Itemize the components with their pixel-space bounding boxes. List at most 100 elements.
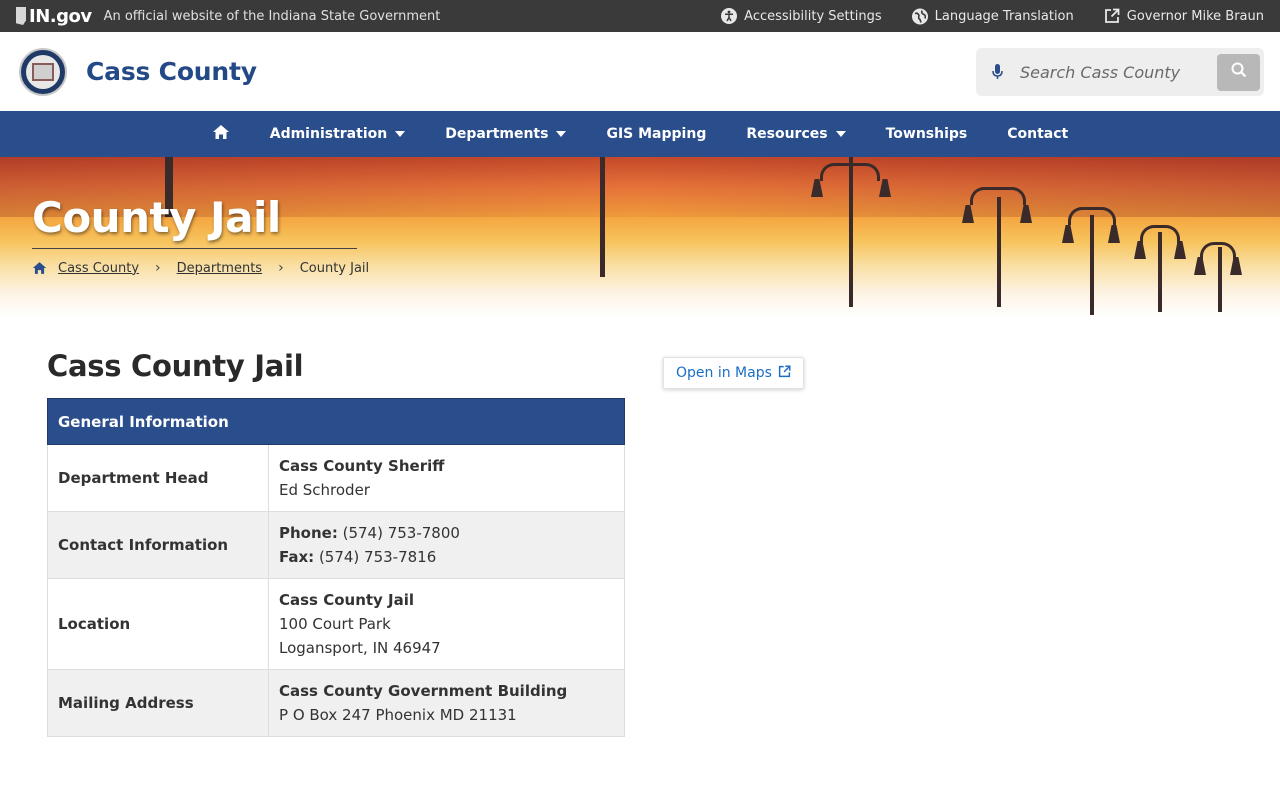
row-label: Location xyxy=(47,578,269,670)
table-row-contact-information: Contact Information Phone: (574) 753-780… xyxy=(47,511,625,579)
lamp-decoration xyxy=(1174,241,1186,259)
nav-departments[interactable]: Departments xyxy=(425,111,586,157)
table-row-department-head: Department Head Cass County Sheriff Ed S… xyxy=(47,444,625,512)
globe-icon xyxy=(911,8,928,24)
value-line: Cass County Government Building xyxy=(279,679,614,703)
hero-banner: County Jail Cass County › Departments › … xyxy=(0,157,1280,317)
seal-inner xyxy=(26,54,60,89)
nav-resources[interactable]: Resources xyxy=(726,111,865,157)
value-bold: Cass County Sheriff xyxy=(279,457,445,475)
search-bar xyxy=(976,48,1264,96)
breadcrumb-departments[interactable]: Departments xyxy=(177,261,262,276)
page-title: Cass County Jail xyxy=(47,349,304,383)
value-line: Logansport, IN 46947 xyxy=(279,636,614,660)
row-value: Phone: (574) 753-7800 Fax: (574) 753-781… xyxy=(268,511,625,579)
table-row-location: Location Cass County Jail 100 Court Park… xyxy=(47,578,625,670)
hero-divider xyxy=(32,248,357,249)
value-line: P O Box 247 Phoenix MD 21131 xyxy=(279,703,614,727)
value-line: 100 Court Park xyxy=(279,612,614,636)
caret-down-icon xyxy=(835,131,846,137)
nav-resources-label: Resources xyxy=(746,126,828,142)
state-banner: IN.gov An official website of the Indian… xyxy=(0,0,1280,32)
nav-gis-mapping[interactable]: GIS Mapping xyxy=(586,111,726,157)
nav-townships-label: Townships xyxy=(885,126,968,142)
nav-townships[interactable]: Townships xyxy=(866,111,988,157)
lamp-arm-decoration xyxy=(1140,225,1180,243)
county-seal-logo[interactable] xyxy=(19,47,67,96)
ingov-logo-text: IN.gov xyxy=(29,5,92,27)
site-header: Cass County xyxy=(0,32,1280,111)
nav-home[interactable] xyxy=(192,111,250,157)
nav-gis-mapping-label: GIS Mapping xyxy=(606,126,707,142)
search-button[interactable] xyxy=(1217,53,1260,91)
row-label: Department Head xyxy=(47,444,269,512)
caret-down-icon xyxy=(395,131,406,137)
chevron-right-icon: › xyxy=(155,260,161,276)
search-icon xyxy=(1231,62,1247,82)
governor-link[interactable]: Governor Mike Braun xyxy=(1104,8,1264,24)
ingov-logo[interactable]: IN.gov xyxy=(16,6,92,27)
governor-label: Governor Mike Braun xyxy=(1126,8,1264,24)
lamp-post-decoration xyxy=(997,197,1001,307)
home-icon xyxy=(212,124,230,144)
breadcrumb: Cass County › Departments › County Jail xyxy=(32,260,369,276)
nav-contact-label: Contact xyxy=(1007,126,1069,142)
value-bold: Cass County Jail xyxy=(279,591,415,609)
row-label: Contact Information xyxy=(47,511,269,579)
indiana-state-icon xyxy=(16,7,26,25)
nav-administration-label: Administration xyxy=(269,126,388,142)
value-bold: Fax: xyxy=(279,548,315,566)
caret-down-icon xyxy=(556,131,567,137)
row-value: Cass County Sheriff Ed Schroder xyxy=(268,444,625,512)
hero-title: County Jail xyxy=(32,193,281,242)
value-text: 100 Court Park xyxy=(279,615,391,633)
chevron-right-icon: › xyxy=(278,260,284,276)
lamp-arm-decoration xyxy=(820,163,880,181)
value-bold: Cass County Government Building xyxy=(279,682,568,700)
external-link-icon xyxy=(778,364,791,382)
fax-number: (574) 753-7816 xyxy=(314,548,437,566)
lamp-post-decoration xyxy=(1158,232,1162,312)
general-information-table: General Information Department Head Cass… xyxy=(47,398,625,737)
main-content: Cass County Jail Open in Maps General In… xyxy=(0,317,1280,800)
open-in-maps-button[interactable]: Open in Maps xyxy=(663,357,804,389)
breadcrumb-current: County Jail xyxy=(299,260,370,276)
table-header: General Information xyxy=(47,398,625,445)
accessibility-settings-link[interactable]: Accessibility Settings xyxy=(721,8,882,24)
lamp-arm-decoration xyxy=(1200,242,1236,260)
lamp-post-decoration xyxy=(600,157,605,277)
microphone-icon[interactable] xyxy=(990,63,1004,81)
table-row-mailing-address: Mailing Address Cass County Government B… xyxy=(47,669,625,737)
nav-administration[interactable]: Administration xyxy=(250,111,425,157)
seal-emblem xyxy=(32,62,54,81)
lamp-decoration xyxy=(1108,225,1120,243)
value-line: Phone: (574) 753-7800 xyxy=(279,521,614,545)
value-line: Cass County Jail xyxy=(279,588,614,612)
accessibility-icon xyxy=(721,8,738,24)
open-in-maps-label: Open in Maps xyxy=(676,365,772,381)
language-translation-label: Language Translation xyxy=(934,8,1074,24)
value-text: P O Box 247 Phoenix MD 21131 xyxy=(279,706,517,724)
value-line: Fax: (574) 753-7816 xyxy=(279,545,614,569)
search-input[interactable] xyxy=(1020,62,1200,82)
value-bold: Phone: xyxy=(279,524,338,542)
lamp-decoration xyxy=(1134,241,1146,259)
nav-contact[interactable]: Contact xyxy=(987,111,1088,157)
row-label: Mailing Address xyxy=(47,669,269,737)
breadcrumb-cass-county[interactable]: Cass County xyxy=(58,261,139,276)
phone-number[interactable]: (574) 753-7800 xyxy=(338,524,460,542)
lamp-decoration xyxy=(1062,225,1074,243)
lamp-arm-decoration xyxy=(970,187,1026,205)
lamp-arm-decoration xyxy=(1068,207,1116,225)
value-text: Logansport, IN 46947 xyxy=(279,639,441,657)
site-title[interactable]: Cass County xyxy=(86,57,257,86)
official-site-text: An official website of the Indiana State… xyxy=(103,8,441,24)
breadcrumb-home-icon[interactable] xyxy=(32,261,47,275)
state-links: Accessibility Settings Language Translat… xyxy=(721,8,1264,24)
main-navigation: Administration Departments GIS Mapping R… xyxy=(0,111,1280,157)
row-value: Cass County Government Building P O Box … xyxy=(268,669,625,737)
value-line: Ed Schroder xyxy=(279,478,614,502)
value-line: Cass County Sheriff xyxy=(279,454,614,478)
language-translation-link[interactable]: Language Translation xyxy=(911,8,1074,24)
external-link-icon xyxy=(1104,8,1120,24)
